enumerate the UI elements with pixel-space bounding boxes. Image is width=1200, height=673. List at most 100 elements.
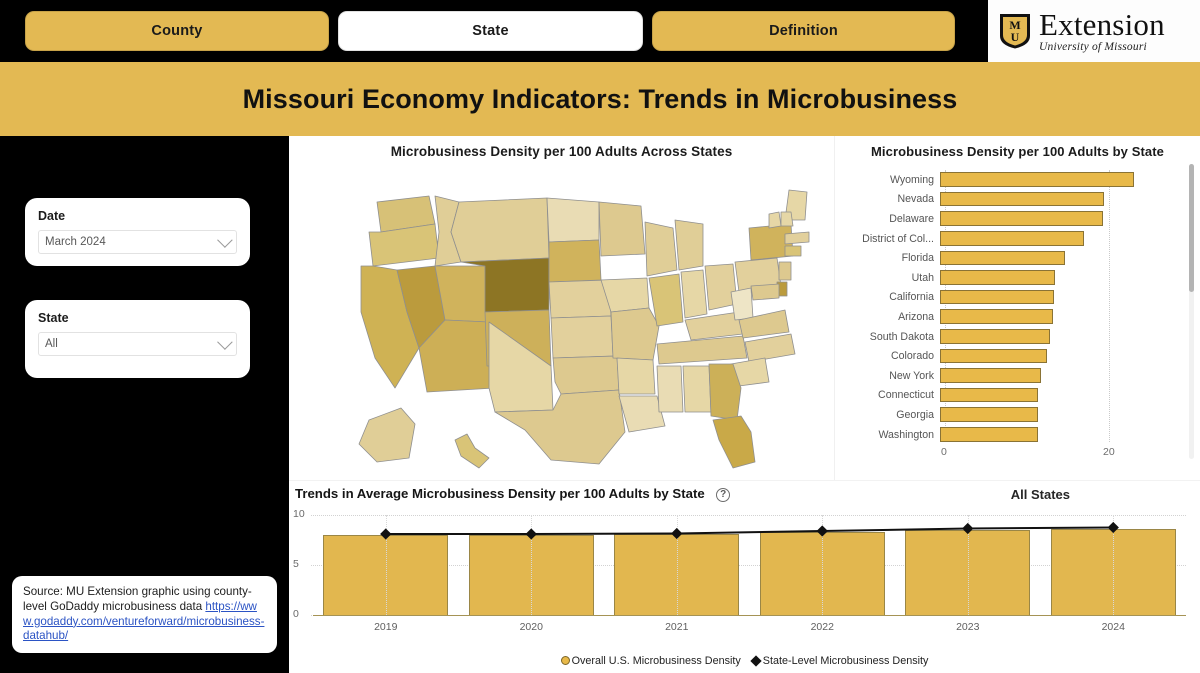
bar-fill[interactable] [940, 191, 1104, 207]
trend-line-marker[interactable] [1107, 521, 1119, 534]
state-west-virginia [730, 287, 754, 321]
state-kansas [550, 315, 614, 359]
map-title: Microbusiness Density per 100 Adults Acr… [390, 144, 733, 159]
bar-category-label: Georgia [896, 408, 934, 421]
bar-track [940, 425, 1187, 445]
trend-plot-area[interactable]: 0 5 10 2019 2020 2021 2022 2023 2024 [289, 507, 1200, 637]
bar-track [940, 405, 1187, 425]
bar-fill[interactable] [940, 407, 1038, 422]
trend-line-marker[interactable] [962, 522, 974, 535]
bar-row[interactable]: Utah [835, 268, 1187, 288]
bar-category-label: Delaware [889, 212, 934, 225]
bar-fill[interactable] [940, 368, 1041, 383]
legend-label-state: State-Level Microbusiness Density [762, 655, 929, 667]
bar-track [940, 288, 1187, 308]
bar-fill[interactable] [940, 230, 1084, 246]
state-hawaii [454, 433, 490, 469]
state-florida [712, 415, 756, 469]
state-bar-chart-panel: Microbusiness Density per 100 Adults by … [834, 136, 1200, 480]
trend-subtitle: All States [1010, 487, 1070, 502]
logo-extension-text: Extension [1039, 6, 1165, 42]
bar-category-label: District of Col... [862, 232, 934, 245]
bar-row[interactable]: Georgia [835, 405, 1187, 425]
scrollbar-thumb[interactable] [1189, 164, 1194, 292]
trend-line-marker[interactable] [380, 528, 392, 540]
bar-fill[interactable] [940, 211, 1104, 226]
state-connecticut [784, 245, 802, 257]
bar-fill[interactable] [940, 270, 1055, 285]
trend-chart-title: Trends in Average Microbusiness Density … [295, 486, 705, 501]
state-montana [450, 197, 550, 263]
state-massachusetts [784, 231, 810, 245]
source-note-card: Source: MU Extension graphic using count… [12, 576, 277, 654]
bar-x-axis: 0 20 [835, 446, 1187, 466]
bar-category-label: Utah [911, 271, 934, 284]
state-oklahoma [552, 355, 620, 395]
state-new-jersey [778, 261, 792, 281]
bar-xtick-0: 0 [941, 446, 947, 458]
bar-fill[interactable] [940, 309, 1054, 324]
bar-row[interactable]: Washington [835, 425, 1187, 445]
bar-fill[interactable] [940, 426, 1038, 442]
bar-fill[interactable] [940, 387, 1039, 403]
trend-line-marker[interactable] [816, 525, 828, 537]
chevron-down-icon[interactable] [217, 334, 233, 350]
bar-row[interactable]: Nevada [835, 190, 1187, 210]
question-mark-icon[interactable]: ? [716, 488, 731, 502]
trend-line-marker[interactable] [671, 527, 683, 540]
bar-row[interactable]: Florida [835, 248, 1187, 268]
bar-row[interactable]: South Dakota [835, 327, 1187, 347]
bar-fill[interactable] [940, 289, 1054, 305]
bar-fill[interactable] [940, 328, 1050, 344]
bar-row[interactable]: Wyoming [835, 170, 1187, 190]
bar-category-label: Nevada [897, 193, 934, 206]
state-north-dakota [546, 197, 600, 243]
bar-fill[interactable] [940, 348, 1047, 364]
trend-line-marker[interactable] [525, 528, 537, 540]
state-alabama [682, 365, 712, 413]
state-missouri [610, 307, 660, 361]
bar-row[interactable]: Delaware [835, 209, 1187, 229]
trend-chart-panel: Trends in Average Microbusiness Density … [289, 480, 1200, 673]
bar-category-label: Wyoming [889, 173, 934, 186]
bar-category-label: Colorado [891, 350, 934, 363]
bar-row[interactable]: Colorado [835, 346, 1187, 366]
logo-wordmark: Extension University of Missouri [1039, 9, 1165, 54]
top-tab-bar: County State Definition M U Extension Un… [0, 0, 1200, 62]
chevron-down-icon[interactable] [217, 232, 233, 248]
state-nebraska [548, 279, 612, 319]
state-michigan [674, 219, 704, 271]
state-oregon [368, 223, 440, 267]
date-filter-card: Date March 2024 [25, 198, 250, 266]
bar-row[interactable]: California [835, 288, 1187, 308]
bar-chart-rows[interactable]: Wyoming Nevada Delaware District of Col... F… [835, 170, 1187, 444]
bar-track [940, 268, 1187, 288]
bar-row[interactable]: Connecticut [835, 386, 1187, 406]
state-mississippi [656, 365, 684, 413]
bar-fill[interactable] [940, 172, 1135, 187]
bar-row[interactable]: New York [835, 366, 1187, 386]
bar-chart-scrollbar[interactable] [1189, 164, 1194, 459]
bar-track [940, 346, 1187, 366]
tab-state[interactable]: State [338, 11, 643, 51]
state-north-carolina [744, 333, 796, 363]
bar-fill[interactable] [940, 250, 1065, 266]
left-sidebar: Date March 2024 State All Source: MU Ext… [0, 136, 289, 673]
tab-county[interactable]: County [25, 11, 329, 51]
trend-line-series [380, 521, 1119, 540]
date-filter-select[interactable]: March 2024 [38, 230, 237, 254]
tab-definition[interactable]: Definition [652, 11, 955, 51]
bar-row[interactable]: District of Col... [835, 229, 1187, 249]
state-louisiana [618, 395, 666, 433]
svg-text:U: U [1011, 30, 1020, 44]
bar-category-label: Florida [901, 252, 934, 265]
us-choropleth-map[interactable] [299, 162, 824, 472]
state-filter-select[interactable]: All [38, 332, 237, 356]
state-filter-label: State [38, 311, 69, 325]
state-alaska [358, 407, 416, 463]
bar-row[interactable]: Arizona [835, 307, 1187, 327]
bar-category-label: South Dakota [869, 330, 934, 343]
bar-track [940, 209, 1187, 229]
legend-circle-icon [560, 656, 570, 665]
logo-university-text: University of Missouri [1039, 40, 1147, 53]
